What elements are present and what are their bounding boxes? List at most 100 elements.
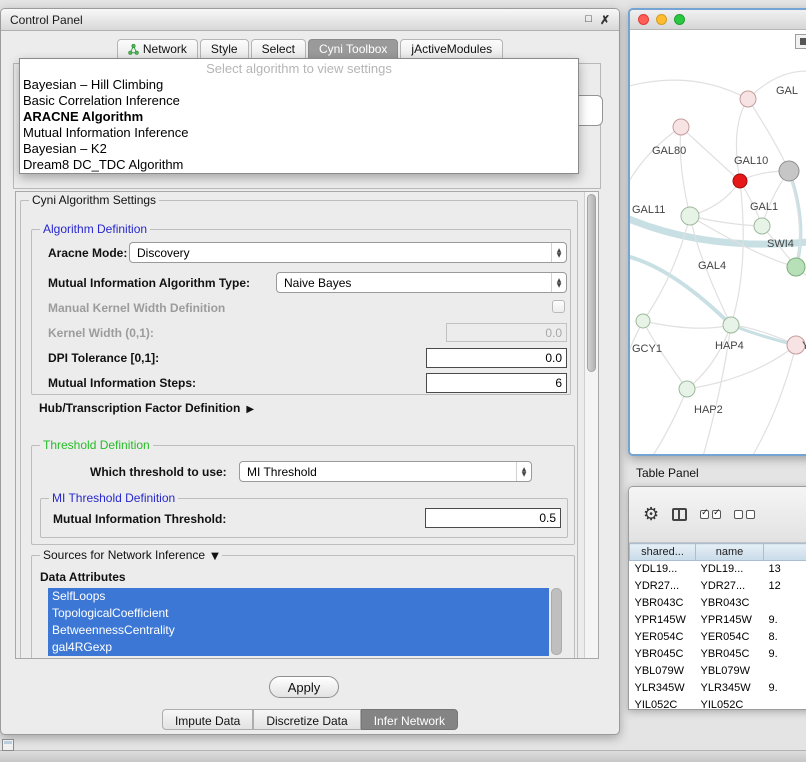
network-node[interactable] [754,218,770,234]
network-node[interactable] [740,91,756,107]
network-node[interactable] [636,314,650,328]
table-cell: 13 [764,561,806,578]
threshold-definition-title: Threshold Definition [40,438,153,452]
table-column-header-name[interactable]: name [696,544,764,561]
close-window-icon[interactable]: ✗ [600,13,610,27]
bottom-tab-impute-data[interactable]: Impute Data [162,709,253,730]
network-edge [643,321,687,389]
stepper-arrows-icon: ▲▼ [551,243,566,262]
attribute-item-betweennesscentrality[interactable]: BetweennessCentrality [48,622,549,639]
settings-scroll-content: Cyni Algorithm Settings Algorithm Defini… [16,192,584,658]
checked-box-glyph [700,510,709,519]
table-row[interactable]: YDL19...YDL19...13 [630,561,806,578]
table-cell [764,697,806,711]
table-column-header-col-2[interactable] [764,544,806,561]
node-table: shared...name YDL19...YDL19...13YDR27...… [629,543,806,710]
algorithm-definition-group: Algorithm Definition Aracne Mode: Discov… [31,229,571,395]
deselect-all-icon[interactable] [734,510,755,519]
close-traffic-light-icon[interactable] [638,14,649,25]
network-node[interactable] [733,174,747,188]
network-node[interactable] [787,258,805,276]
attribute-item-gal4rgexp[interactable]: gal4RGexp [48,639,549,656]
network-node[interactable] [779,161,799,181]
table-cell: YER054C [696,629,764,646]
data-attributes-list: SelfLoopsTopologicalCoefficientBetweenne… [48,588,549,656]
zoom-traffic-light-icon[interactable] [674,14,685,25]
expand-arrow-icon: ▶ [246,404,254,415]
kernel-width-input [446,323,567,342]
sources-group-title[interactable]: Sources for Network Inference ▼ [40,548,222,562]
algorithm-option-basic-correlation-inference[interactable]: Basic Correlation Inference [20,93,578,109]
algorithm-definition-title: Algorithm Definition [40,222,150,236]
collapse-arrow-icon: ▼ [211,551,219,562]
tab-style[interactable]: Style [200,39,249,60]
mi-threshold-input[interactable] [425,508,561,528]
table-row[interactable]: YDR27...YDR27...12 [630,578,806,595]
control-panel-window: Control Panel □ ✗ NetworkStyleSelectCyni… [0,8,620,735]
hub-transcription-factor-expander[interactable]: Hub/Transcription Factor Definition▶ [39,401,254,415]
kernel-width-label: Kernel Width (0,1): [48,326,154,340]
sources-title-label: Sources for Network Inference [43,548,205,562]
minimize-traffic-light-icon[interactable] [656,14,667,25]
bottom-tab-discretize-data[interactable]: Discretize Data [253,709,360,730]
network-node[interactable] [673,119,689,135]
table-header-row: shared...name [630,544,806,561]
aracne-mode-select[interactable]: Discovery ▲▼ [129,242,567,263]
select-all-icon[interactable] [700,510,721,519]
table-row[interactable]: YIL052CYIL052C [630,697,806,711]
table-cell: YBR045C [630,646,696,663]
bottom-dock-strip [0,750,806,762]
mi-steps-label: Mutual Information Steps: [48,376,196,390]
algorithm-option-aracne-algorithm[interactable]: ARACNE Algorithm [20,109,578,125]
algorithm-option-mutual-information-inference[interactable]: Mutual Information Inference [20,125,578,141]
tab-select[interactable]: Select [251,39,306,60]
apply-button[interactable]: Apply [269,676,339,698]
attribute-item-selfloops[interactable]: SelfLoops [48,588,549,605]
settings-scrollbar[interactable] [584,192,598,658]
table-row[interactable]: YER054CYER054C8. [630,629,806,646]
minimized-window-icon[interactable] [2,739,14,751]
network-node[interactable] [723,317,739,333]
table-row[interactable]: YBR045CYBR045C9. [630,646,806,663]
network-edge [731,181,743,325]
stepper-arrows-icon: ▲▼ [551,273,566,292]
network-node-label: GAL [776,85,798,97]
network-node[interactable] [681,207,699,225]
attributes-list-scrollbar[interactable] [551,588,562,655]
table-column-header-shared[interactable]: shared... [630,544,696,561]
network-node-label: Y [802,340,806,352]
network-window-titlebar[interactable] [630,10,806,30]
algorithm-option-bayesian-hill-climbing[interactable]: Bayesian – Hill Climbing [20,77,578,93]
aracne-mode-value: Discovery [137,246,190,260]
network-edge [690,216,762,226]
table-cell [764,663,806,680]
which-threshold-select[interactable]: MI Threshold ▲▼ [239,461,532,482]
mi-algorithm-type-select[interactable]: Naive Bayes ▲▼ [276,272,567,293]
empty-box-glyph [734,510,743,519]
manual-kernel-checkbox[interactable] [552,300,565,313]
float-window-icon[interactable]: □ [585,13,592,27]
settings-gear-icon[interactable]: ⚙ [643,506,659,524]
table-row[interactable]: YBL079WYBL079W [630,663,806,680]
dpi-tolerance-input[interactable] [426,348,567,368]
table-cell: YIL052C [696,697,764,711]
birdseye-toggle-button[interactable] [795,34,806,49]
mi-steps-input[interactable] [426,373,567,393]
network-canvas[interactable]: GALGAL80GAL10GAL11GAL1SWI4GAL4GCY1HAP4YH… [630,30,806,456]
table-panel-title: Table Panel [636,466,699,480]
tab-cyni-toolbox[interactable]: Cyni Toolbox [308,39,398,60]
algorithm-option-bayesian-k2[interactable]: Bayesian – K2 [20,141,578,157]
scrollbar-thumb[interactable] [587,194,596,372]
control-panel-titlebar[interactable]: Control Panel □ ✗ [1,9,619,31]
table-row[interactable]: YBR043CYBR043C [630,595,806,612]
network-node[interactable] [679,381,695,397]
bottom-tab-infer-network[interactable]: Infer Network [361,709,458,730]
algorithm-dropdown-placeholder: Select algorithm to view settings [20,61,578,77]
tab-network[interactable]: Network [117,39,198,60]
table-row[interactable]: YPR145WYPR145W9. [630,612,806,629]
algorithm-option-dream8-dc-tdc-algorithm[interactable]: Dream8 DC_TDC Algorithm [20,157,578,173]
attribute-item-topologicalcoefficient[interactable]: TopologicalCoefficient [48,605,549,622]
tab-jactivemodules[interactable]: jActiveModules [400,39,503,60]
column-visibility-icon[interactable] [672,508,687,521]
table-row[interactable]: YLR345WYLR345W9. [630,680,806,697]
